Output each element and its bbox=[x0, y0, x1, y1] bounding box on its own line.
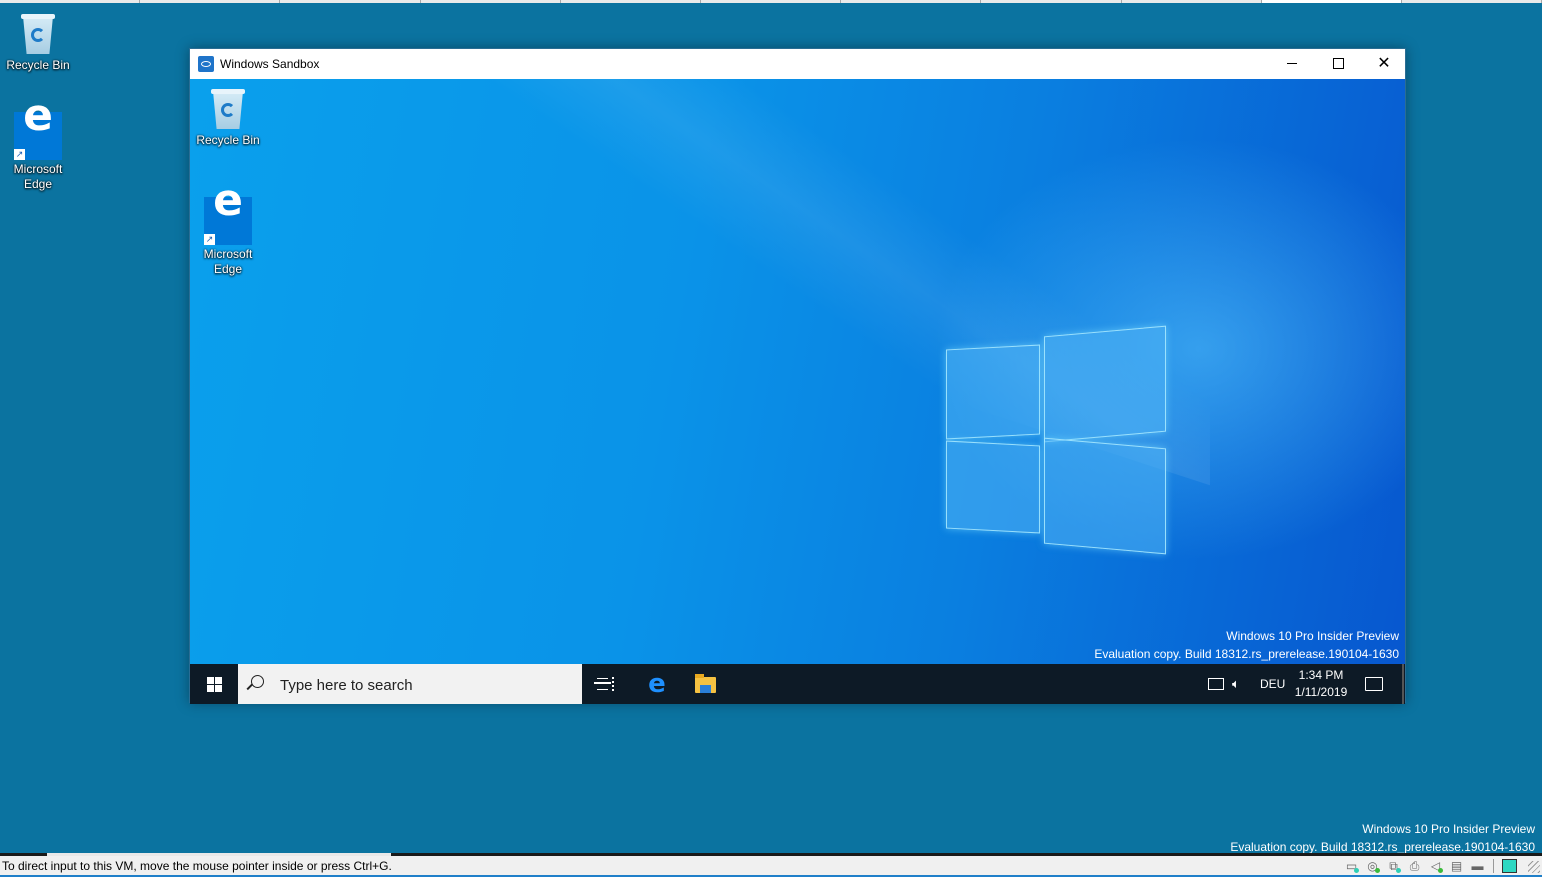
icon-label: Recycle Bin bbox=[6, 58, 70, 72]
clock-date: 1/11/2019 bbox=[1294, 685, 1348, 699]
start-button[interactable] bbox=[190, 664, 238, 704]
toolbar-segment bbox=[981, 0, 1122, 3]
network-tray-button[interactable] bbox=[1208, 664, 1224, 704]
edge-icon: e bbox=[648, 669, 666, 699]
action-center-button[interactable] bbox=[1365, 664, 1387, 704]
resize-grip[interactable] bbox=[1528, 861, 1540, 873]
toolbar-segment bbox=[421, 0, 561, 3]
icon-label: Edge bbox=[213, 262, 243, 276]
notes-icon[interactable] bbox=[1502, 859, 1517, 873]
toolbar-segment bbox=[1122, 0, 1262, 3]
show-desktop-button[interactable] bbox=[1402, 664, 1404, 704]
logo-pane bbox=[1044, 437, 1166, 555]
sandbox-app-icon bbox=[198, 56, 214, 72]
toolbar-segment bbox=[280, 0, 421, 3]
network-icon bbox=[1208, 678, 1224, 690]
guest-watermark: Windows 10 Pro Insider Preview Evaluatio… bbox=[1094, 627, 1399, 663]
watermark-line-2: Evaluation copy. Build 18312.rs_prerelea… bbox=[1094, 647, 1399, 661]
icon-label: Microsoft bbox=[203, 247, 253, 261]
window-titlebar[interactable]: Windows Sandbox ✕ bbox=[190, 49, 1405, 79]
icon-label: Recycle Bin bbox=[196, 133, 260, 147]
icon-label: Microsoft bbox=[13, 162, 63, 176]
guest-desktop-icon-recycle-bin[interactable]: Recycle Bin bbox=[190, 87, 266, 148]
host-desktop-icon-edge[interactable]: e ↗ Microsoft Edge bbox=[0, 94, 76, 192]
shortcut-arrow-icon: ↗ bbox=[204, 234, 215, 245]
shortcut-arrow-icon: ↗ bbox=[14, 149, 25, 160]
taskbar-search-box[interactable] bbox=[238, 664, 582, 704]
task-view-button[interactable] bbox=[583, 664, 629, 704]
network-icon[interactable]: ⧉ bbox=[1386, 859, 1401, 873]
host-watermark: Windows 10 Pro Insider Preview Evaluatio… bbox=[1230, 820, 1535, 856]
host-toolbar-strip bbox=[0, 0, 1542, 3]
guest-taskbar: e 🔈︎ DEU 1:34 PM 1/11/2019 bbox=[190, 664, 1405, 704]
status-separator bbox=[1493, 859, 1494, 873]
maximize-icon bbox=[1332, 58, 1344, 70]
guest-desktop-icon-edge[interactable]: e ↗ Microsoft Edge bbox=[190, 179, 266, 277]
logo-pane bbox=[1044, 325, 1166, 443]
vm-status-bar: To direct input to this VM, move the mou… bbox=[0, 856, 1542, 877]
search-input[interactable] bbox=[278, 674, 572, 696]
toolbar-segment bbox=[0, 0, 141, 3]
status-message: To direct input to this VM, move the mou… bbox=[2, 859, 392, 873]
windows-sandbox-window: Windows Sandbox ✕ Recycle Bin e ↗ Microso… bbox=[189, 48, 1406, 704]
optical-drive-icon[interactable]: ◎ bbox=[1365, 859, 1380, 873]
logo-pane bbox=[946, 344, 1040, 440]
speaker-icon: 🔈︎ bbox=[1232, 676, 1240, 691]
windows-logo-wallpaper bbox=[946, 325, 1166, 555]
audio-icon[interactable]: ◁ bbox=[1428, 859, 1443, 873]
recycle-bin-icon bbox=[209, 87, 247, 131]
maximize-button[interactable] bbox=[1315, 49, 1361, 79]
minimize-button[interactable] bbox=[1269, 49, 1315, 79]
toolbar-segment bbox=[561, 0, 701, 3]
search-icon bbox=[251, 675, 264, 688]
notification-icon bbox=[1365, 677, 1383, 691]
clock-button[interactable]: 1:34 PM 1/11/2019 bbox=[1284, 667, 1358, 707]
logo-pane bbox=[946, 440, 1040, 534]
status-icons: ▭ ◎ ⧉ ⎙ ◁ ▤ ▬ bbox=[1344, 858, 1517, 874]
usb-icon[interactable]: ▬ bbox=[1470, 859, 1485, 873]
edge-icon: e ↗ bbox=[14, 94, 62, 160]
toolbar-segment bbox=[1402, 0, 1542, 3]
floppy-icon[interactable]: ▤ bbox=[1449, 859, 1464, 873]
input-language-button[interactable]: DEU bbox=[1260, 664, 1285, 704]
toolbar-segment bbox=[140, 0, 281, 3]
host-desktop-icon-recycle-bin[interactable]: Recycle Bin bbox=[0, 12, 76, 73]
taskbar-file-explorer-button[interactable] bbox=[682, 664, 728, 704]
toolbar-segment bbox=[701, 0, 842, 3]
hard-disk-icon[interactable]: ▭ bbox=[1344, 859, 1359, 873]
volume-tray-button[interactable]: 🔈︎ bbox=[1232, 664, 1240, 704]
edge-icon: e ↗ bbox=[204, 179, 252, 245]
toolbar-segment bbox=[841, 0, 982, 3]
printer-icon[interactable]: ⎙ bbox=[1407, 859, 1422, 873]
watermark-line-1: Windows 10 Pro Insider Preview bbox=[1362, 822, 1535, 836]
watermark-line-1: Windows 10 Pro Insider Preview bbox=[1226, 629, 1399, 643]
window-title: Windows Sandbox bbox=[220, 57, 320, 71]
folder-icon bbox=[695, 674, 716, 693]
toolbar-segment bbox=[1261, 0, 1402, 3]
guest-desktop[interactable]: Recycle Bin e ↗ Microsoft Edge Windows 10… bbox=[190, 79, 1405, 664]
close-button[interactable]: ✕ bbox=[1361, 49, 1407, 79]
taskbar-edge-button[interactable]: e bbox=[634, 664, 680, 704]
close-icon: ✕ bbox=[1377, 55, 1391, 72]
icon-label: Edge bbox=[23, 177, 53, 191]
recycle-bin-icon bbox=[19, 12, 57, 56]
clock-time: 1:34 PM bbox=[1298, 668, 1344, 682]
minimize-icon bbox=[1287, 63, 1297, 65]
